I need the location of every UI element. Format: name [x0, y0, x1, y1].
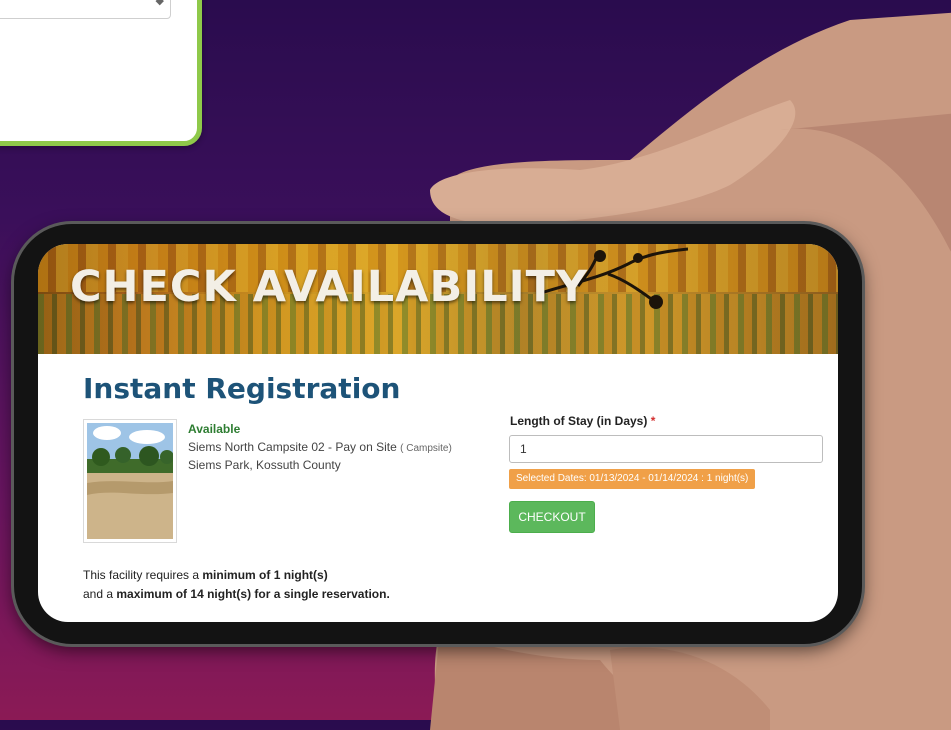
campsite-image: [87, 423, 173, 539]
required-marker: *: [650, 414, 656, 428]
policy-line-1: This facility requires a minimum of 1 ni…: [83, 566, 390, 585]
dropdown-select[interactable]: ◆: [0, 0, 171, 19]
partial-card: ◆: [0, 0, 202, 146]
site-name: Siems North Campsite 02 - Pay on Site: [188, 440, 397, 454]
campsite-photo: [83, 419, 177, 543]
policy-line-1-prefix: This facility requires a: [83, 568, 203, 582]
park-name: Siems Park, Kossuth County: [188, 458, 341, 472]
policy-maximum: maximum of 14 night(s) for a single rese…: [116, 587, 390, 601]
selected-dates-badge: Selected Dates: 01/13/2024 - 01/14/2024 …: [509, 469, 756, 489]
length-of-stay-text: Length of Stay (in Days): [510, 414, 648, 428]
phone-frame: CHECK AVAILABILITY Instant Registration …: [14, 224, 862, 644]
page-title: Instant Registration: [83, 372, 401, 405]
phone-screen: CHECK AVAILABILITY Instant Registration …: [38, 244, 838, 622]
length-of-stay-input[interactable]: 1: [509, 435, 823, 463]
length-of-stay-label: Length of Stay (in Days) *: [510, 414, 655, 428]
site-name-line: Siems North Campsite 02 - Pay on Site ( …: [188, 440, 452, 454]
stay-policy: This facility requires a minimum of 1 ni…: [83, 566, 390, 604]
header-banner: CHECK AVAILABILITY: [38, 244, 838, 354]
chevron-down-icon: ◆: [155, 0, 164, 7]
checkout-button[interactable]: CHECKOUT: [509, 501, 595, 533]
availability-status: Available: [188, 422, 241, 436]
policy-minimum: minimum of 1 night(s): [202, 568, 328, 582]
policy-line-2: and a maximum of 14 night(s) for a singl…: [83, 585, 390, 604]
policy-line-2-prefix: and a: [83, 587, 117, 601]
banner-title: CHECK AVAILABILITY: [70, 262, 589, 312]
site-type: ( Campsite): [400, 443, 452, 454]
